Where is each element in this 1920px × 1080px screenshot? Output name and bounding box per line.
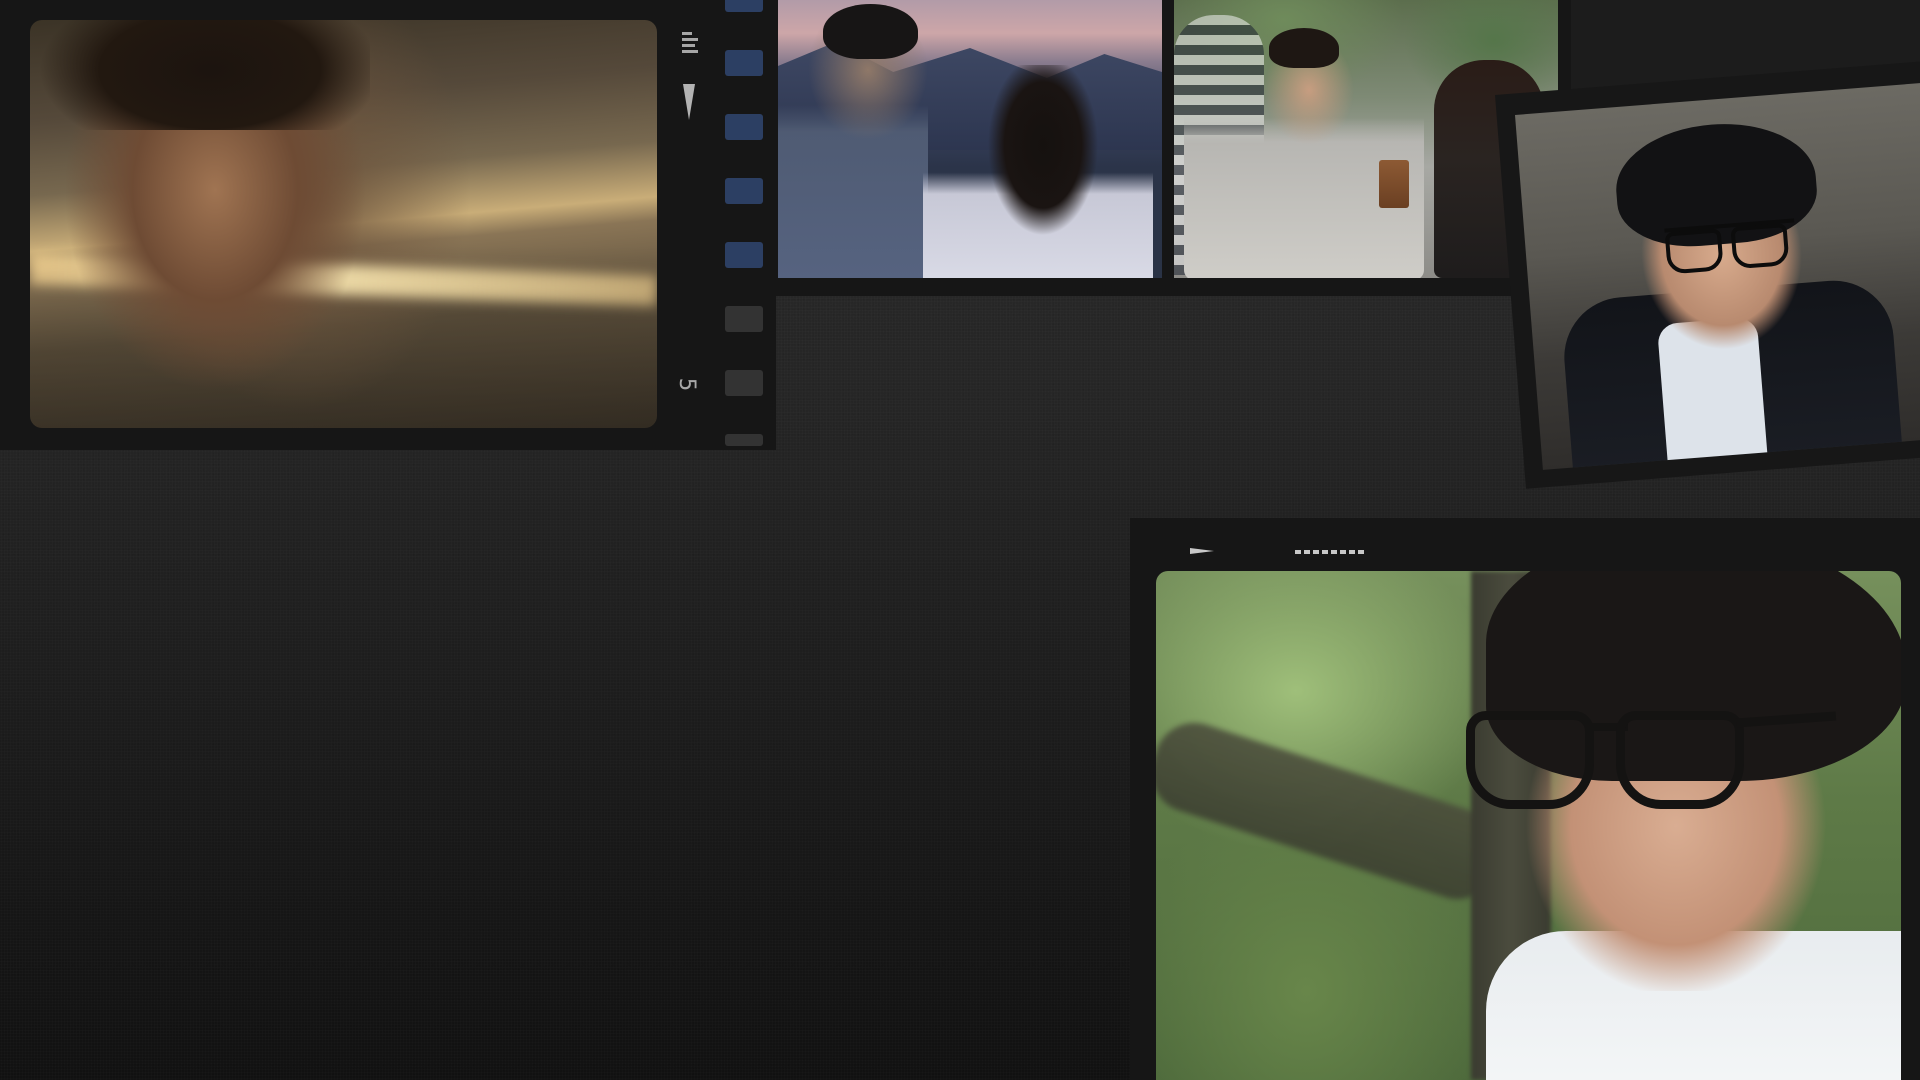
right-arrow-marker-icon	[1190, 548, 1214, 554]
perforation	[725, 178, 763, 204]
perforation	[725, 306, 763, 332]
perforation	[725, 114, 763, 140]
still-frame-man-warm-light[interactable]	[30, 20, 657, 428]
perforation	[725, 50, 763, 76]
still-frame-couple-dusk[interactable]	[778, 0, 1162, 278]
level-bars-icon	[682, 32, 698, 60]
person-hair	[40, 20, 370, 130]
frame-number: 5	[674, 377, 700, 392]
coffee-cup	[1379, 160, 1409, 208]
glasses-lens	[1616, 711, 1744, 809]
perforation	[725, 242, 763, 268]
still-frame-man-glasses-outdoors[interactable]	[1156, 571, 1901, 1080]
still-frame-man-glasses-laughing[interactable]	[1515, 81, 1920, 470]
woman-figure	[923, 65, 1153, 278]
glasses-icon	[1664, 218, 1798, 273]
tree-branch	[1156, 712, 1512, 910]
perforation	[725, 0, 763, 12]
glasses-icon	[1466, 701, 1837, 809]
perforation	[725, 434, 763, 446]
dashed-line-marker	[1295, 550, 1367, 554]
perforation	[725, 370, 763, 396]
man-hair	[1269, 28, 1339, 68]
man-hair	[823, 4, 918, 59]
glasses-lens	[1466, 711, 1594, 809]
down-arrow-marker-icon	[683, 84, 695, 120]
